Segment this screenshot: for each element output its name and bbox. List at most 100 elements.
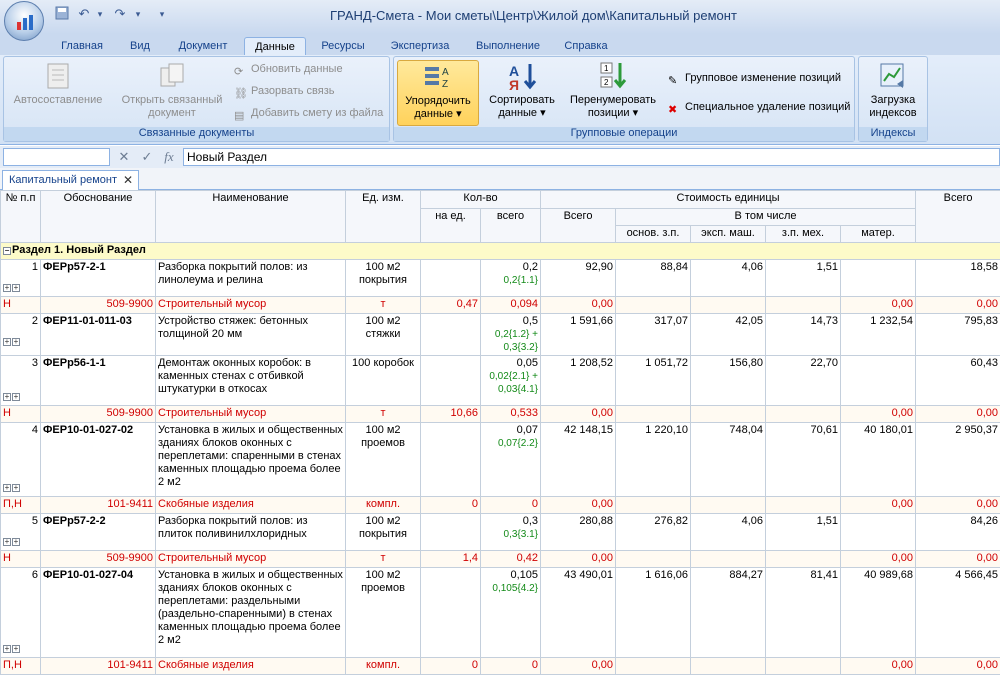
cell-zpmech[interactable]: 22,70: [765, 355, 842, 406]
cell-total2[interactable]: 0,00: [915, 550, 1000, 568]
cell-basis[interactable]: ФЕР10-01-027-04: [40, 567, 156, 658]
cell-zp[interactable]: [615, 405, 692, 423]
expand-icon[interactable]: +: [12, 645, 20, 653]
cell-total2[interactable]: 2 950,37: [915, 422, 1000, 497]
col-num-header[interactable]: № п.п: [0, 190, 41, 243]
cell-total2[interactable]: 4 566,45: [915, 567, 1000, 658]
cell-zp[interactable]: [615, 657, 692, 675]
cell-kind[interactable]: Н: [0, 296, 41, 314]
tab-execution[interactable]: Выполнение: [466, 37, 550, 56]
cell-basis[interactable]: ФЕРр56-1-1: [40, 355, 156, 406]
special-delete-button[interactable]: ✖ Специальное удаление позиций: [668, 98, 850, 116]
cell-total[interactable]: 1 208,52: [540, 355, 617, 406]
cell-zp[interactable]: 317,07: [615, 313, 692, 356]
cell-mach[interactable]: 4,06: [690, 259, 767, 297]
cell-unit[interactable]: 100 коробок: [345, 355, 421, 406]
cell-name[interactable]: Строительный мусор: [155, 296, 346, 314]
cell-num[interactable]: 4 + +: [0, 422, 41, 497]
cell-zp[interactable]: 1 051,72: [615, 355, 692, 406]
cell-qty-total[interactable]: 0,105 0,105{4.2}: [479, 567, 542, 658]
function-icon[interactable]: fx: [161, 149, 177, 165]
cell-unit[interactable]: 100 м2 проемов: [345, 422, 421, 497]
cell-name[interactable]: Скобяные изделия: [155, 496, 346, 514]
cell-num[interactable]: 1 + +: [0, 259, 41, 297]
col-qtyper-header[interactable]: на ед.: [420, 208, 481, 243]
tab-expertise[interactable]: Экспертиза: [382, 37, 458, 56]
cell-zpmech[interactable]: 14,73: [765, 313, 842, 356]
cell-name[interactable]: Скобяные изделия: [155, 657, 346, 675]
cell-mat[interactable]: 0,00: [840, 550, 917, 568]
cell-mach[interactable]: [690, 496, 767, 514]
cell-zpmech[interactable]: [765, 657, 842, 675]
cell-mat[interactable]: 0,00: [840, 405, 917, 423]
cell-name[interactable]: Строительный мусор: [155, 405, 346, 423]
tab-help[interactable]: Справка: [556, 37, 616, 56]
cell-qty-per[interactable]: [420, 567, 481, 658]
collapse-icon[interactable]: −: [3, 247, 11, 255]
accept-icon[interactable]: ✓: [139, 149, 155, 165]
section-row[interactable]: − Раздел 1. Новый Раздел: [0, 242, 1000, 260]
cell-mach[interactable]: [690, 657, 767, 675]
expand-icon[interactable]: +: [3, 393, 11, 401]
cell-qty-total[interactable]: 0,533: [479, 405, 542, 423]
cell-zpmech[interactable]: [765, 496, 842, 514]
cell-qty-total[interactable]: 0: [479, 657, 542, 675]
cell-total2[interactable]: 0,00: [915, 296, 1000, 314]
doc-tab-kapremont[interactable]: Капитальный ремонт ✕: [2, 170, 139, 190]
expand-icon[interactable]: +: [12, 338, 20, 346]
cell-mat[interactable]: 40 989,68: [840, 567, 917, 658]
col-total2-header[interactable]: Всего: [915, 190, 1000, 243]
cell-unit[interactable]: 100 м2 покрытия: [345, 259, 421, 297]
cell-unit[interactable]: т: [345, 405, 421, 423]
cell-mach[interactable]: [690, 296, 767, 314]
cell-qty-total[interactable]: 0: [479, 496, 542, 514]
cell-unit[interactable]: т: [345, 296, 421, 314]
resource-row[interactable]: Н 509-9900 Строительный мусор т 1,4 0,42 0,00 0…: [0, 550, 1000, 568]
cell-basis[interactable]: ФЕР11-01-011-03: [40, 313, 156, 356]
cell-zp[interactable]: 276,82: [615, 513, 692, 551]
cell-qty-total[interactable]: 0,05 0,02{2.1} + 0,03{4.1}: [479, 355, 542, 406]
col-total-header[interactable]: Всего: [540, 208, 617, 243]
expand-icon[interactable]: +: [3, 538, 11, 546]
cell-name[interactable]: Установка в жилых и общественных зданиях…: [155, 422, 346, 497]
cell-total[interactable]: 42 148,15: [540, 422, 617, 497]
cell-basis[interactable]: 509-9900: [40, 550, 156, 568]
cell-name[interactable]: Установка в жилых и общественных зданиях…: [155, 567, 346, 658]
cell-name[interactable]: Разборка покрытий полов: из линолеума и …: [155, 259, 346, 297]
cell-total2[interactable]: 0,00: [915, 657, 1000, 675]
cell-qty-per[interactable]: 0: [420, 657, 481, 675]
cell-zpmech[interactable]: 1,51: [765, 513, 842, 551]
cell-qty-per[interactable]: [420, 313, 481, 356]
col-zp-header[interactable]: основ. з.п.: [615, 225, 692, 243]
cell-unit[interactable]: компл.: [345, 496, 421, 514]
autocompose-button[interactable]: Автосоставление: [10, 60, 106, 126]
cell-basis[interactable]: ФЕРр57-2-2: [40, 513, 156, 551]
cell-basis[interactable]: 509-9900: [40, 296, 156, 314]
expand-icon[interactable]: +: [3, 645, 11, 653]
position-row[interactable]: 1 + + ФЕРр57-2-1 Разборка покрытий полов: из…: [0, 259, 1000, 297]
cell-qty-per[interactable]: 10,66: [420, 405, 481, 423]
order-data-button[interactable]: AZ Упорядочить данные ▾: [397, 60, 479, 126]
cell-mat[interactable]: 1 232,54: [840, 313, 917, 356]
cell-basis[interactable]: 101-9411: [40, 496, 156, 514]
col-qty-header[interactable]: Кол-во: [419, 190, 542, 209]
cell-qty-per[interactable]: 0,47: [420, 296, 481, 314]
cell-total[interactable]: 0,00: [540, 405, 617, 423]
position-row[interactable]: 2 + + ФЕР11-01-011-03 Устройство стяжек: бет…: [0, 313, 1000, 356]
cell-mach[interactable]: 156,80: [690, 355, 767, 406]
group-change-button[interactable]: ✎ Групповое изменение позиций: [668, 69, 841, 87]
cell-qty-per[interactable]: [420, 259, 481, 297]
undo-icon[interactable]: ↶: [76, 6, 92, 22]
cell-unit[interactable]: компл.: [345, 657, 421, 675]
cell-mach[interactable]: 42,05: [690, 313, 767, 356]
cell-total[interactable]: 0,00: [540, 296, 617, 314]
col-name-header[interactable]: Наименование: [155, 190, 346, 243]
close-icon[interactable]: ✕: [123, 171, 133, 189]
col-unitcost-header[interactable]: Стоимость единицы: [540, 190, 917, 209]
undo-dropdown-icon[interactable]: ▾: [92, 6, 108, 22]
cell-name[interactable]: Строительный мусор: [155, 550, 346, 568]
cell-kind[interactable]: Н: [0, 405, 41, 423]
cell-zp[interactable]: 88,84: [615, 259, 692, 297]
cell-num[interactable]: 3 + +: [0, 355, 41, 406]
cell-basis[interactable]: 509-9900: [40, 405, 156, 423]
